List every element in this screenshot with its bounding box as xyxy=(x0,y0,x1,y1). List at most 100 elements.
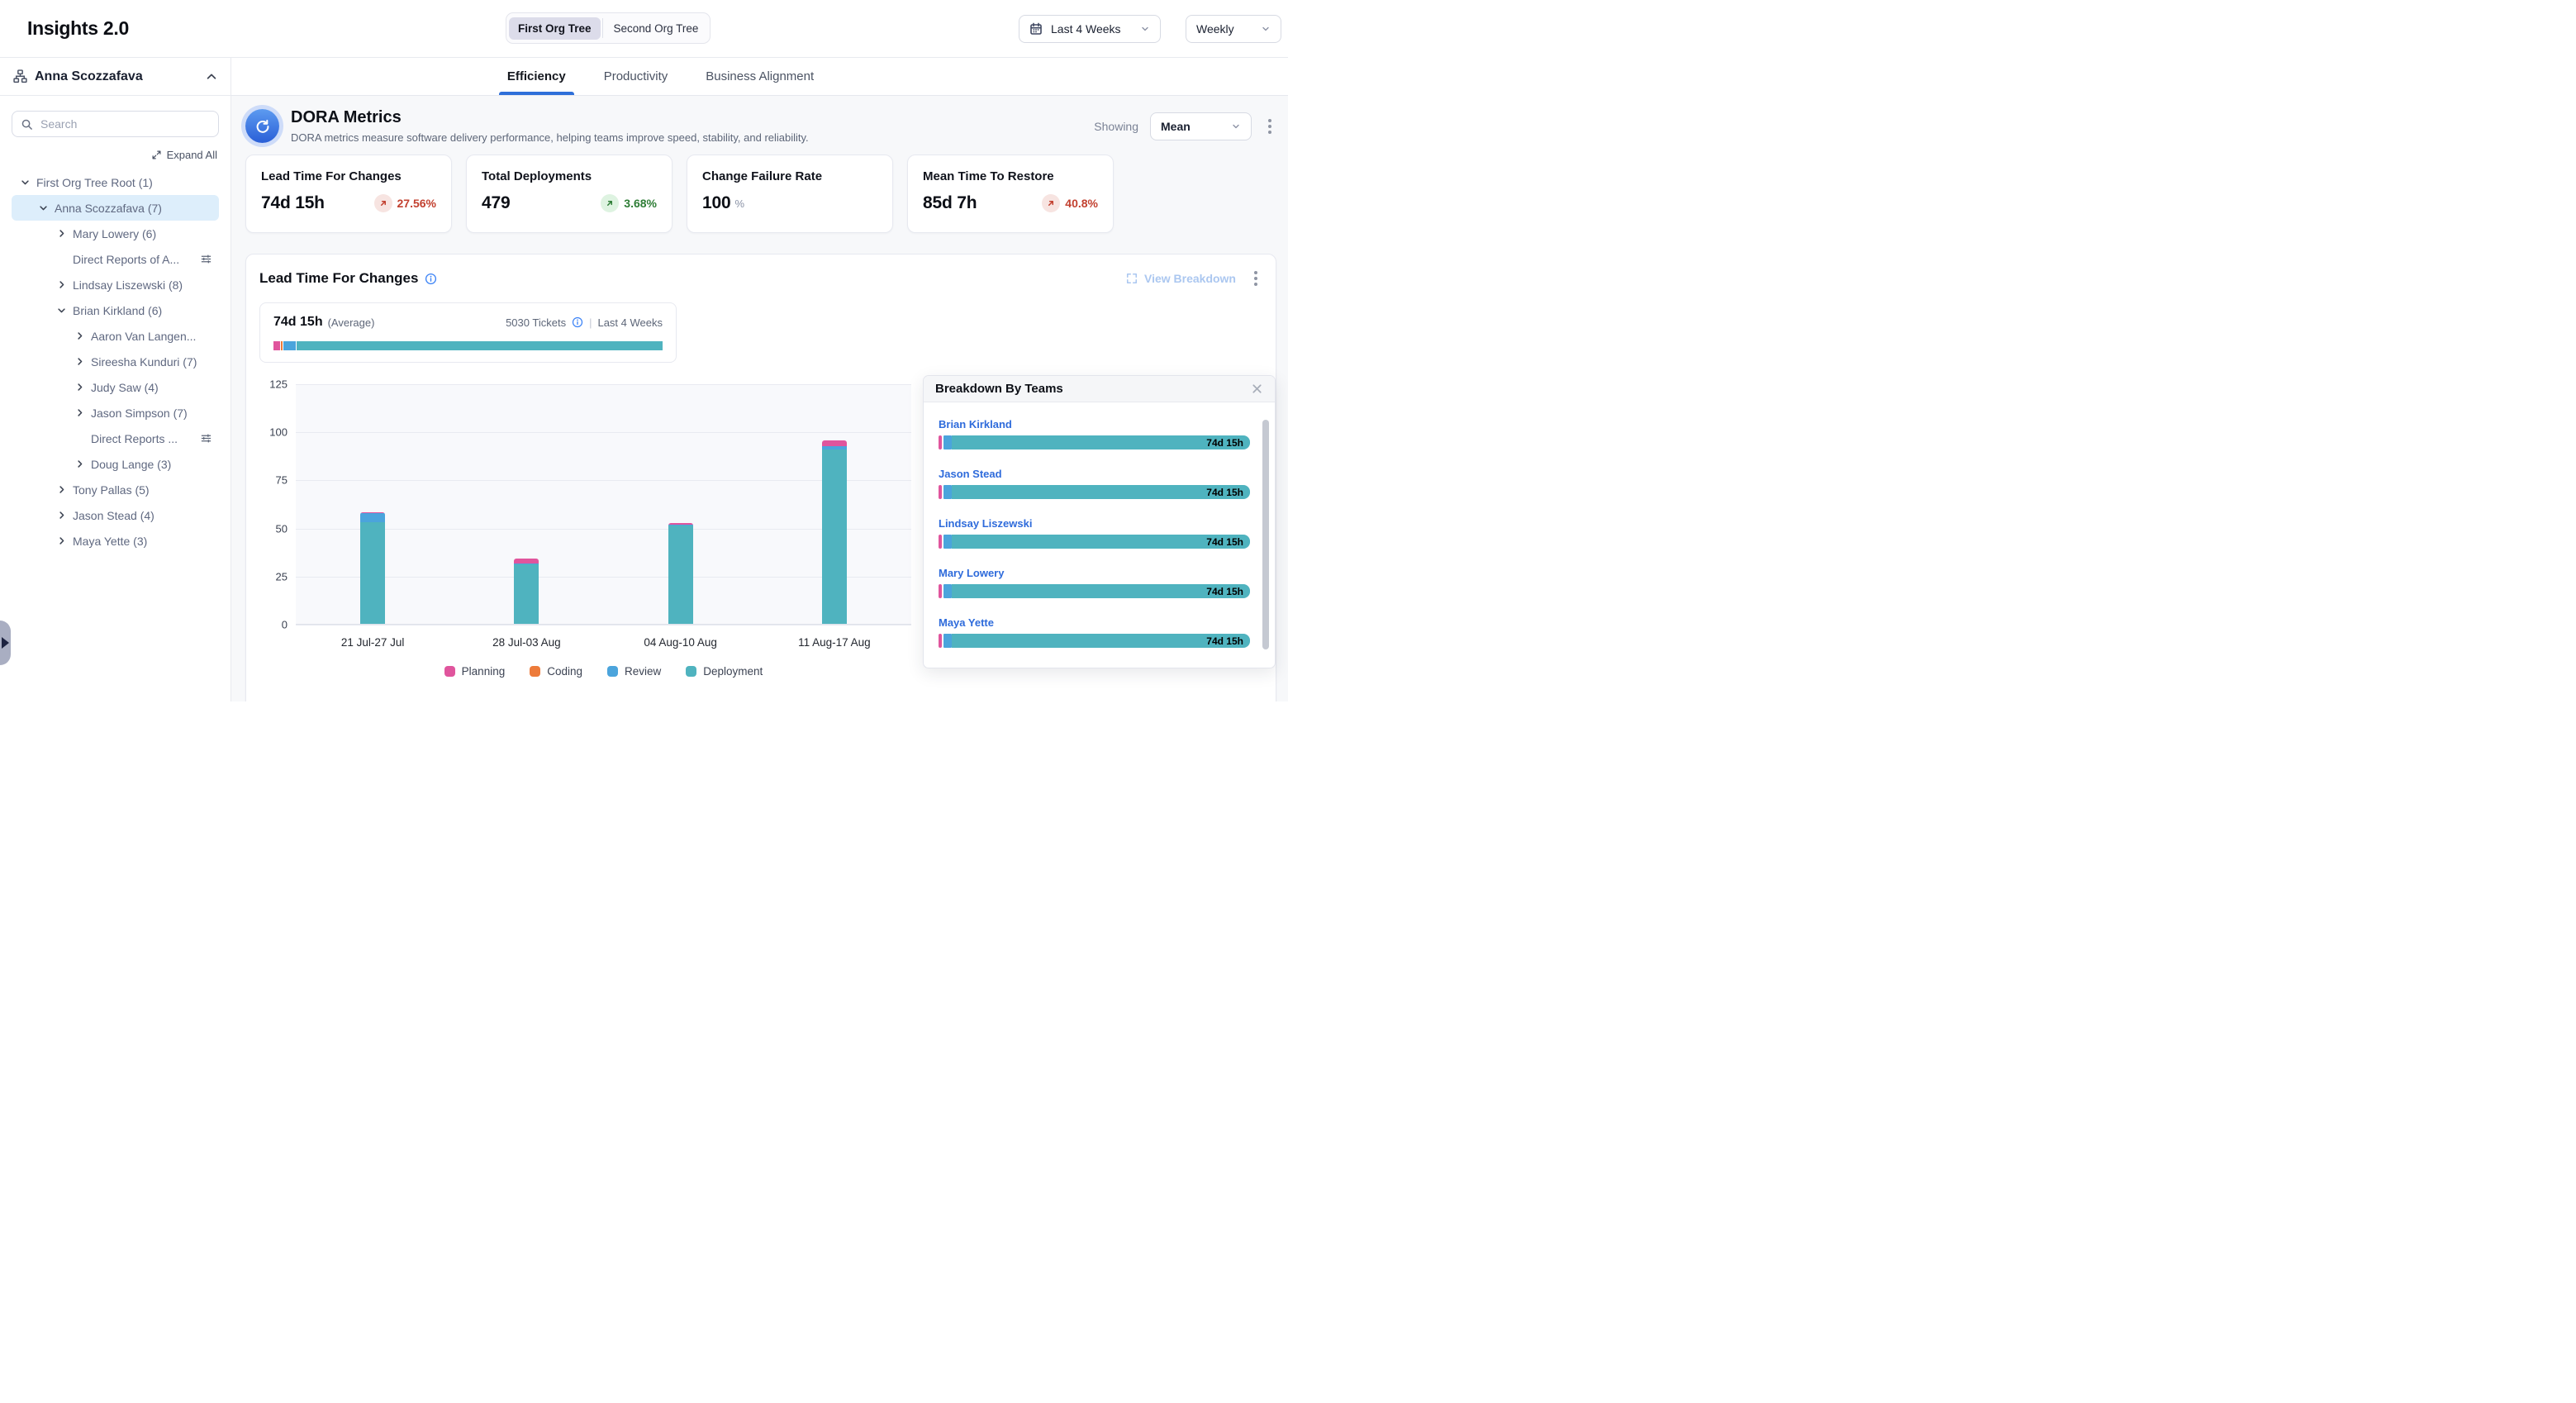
tree-item-aaron-van-langen[interactable]: Aaron Van Langen... xyxy=(12,323,219,349)
chevron-right-icon[interactable] xyxy=(56,229,66,238)
metric-card-lead-time-for-changes: Lead Time For Changes74d 15h27.56% xyxy=(245,155,452,233)
chevron-right-icon[interactable] xyxy=(74,357,84,366)
metric-card-value-row: 4793.68% xyxy=(482,193,657,213)
bar-segment-review xyxy=(943,584,952,598)
sidebar-collapse-handle[interactable] xyxy=(0,621,11,665)
trend-up-arrow-icon xyxy=(601,194,619,212)
chevron-right-icon[interactable] xyxy=(74,408,84,417)
tree-item-lindsay-liszewski-8[interactable]: Lindsay Liszewski (8) xyxy=(12,272,219,297)
chevron-right-icon[interactable] xyxy=(74,459,84,468)
breakdown-title: Breakdown By Teams xyxy=(935,382,1063,396)
top-bar-controls: Last 4 Weeks Weekly xyxy=(1019,15,1281,43)
tree-item-judy-saw-4[interactable]: Judy Saw (4) xyxy=(12,374,219,400)
legend-item-planning[interactable]: Planning xyxy=(444,665,506,678)
top-bar: Insights 2.0 First Org Tree Second Org T… xyxy=(0,0,1288,58)
chevron-down-icon[interactable] xyxy=(56,306,66,315)
breakdown-row-mary-lowery: Mary Lowery74d 15h xyxy=(939,566,1250,598)
chevron-right-icon[interactable] xyxy=(56,485,66,494)
team-name-link[interactable]: Brian Kirkland xyxy=(939,418,1012,430)
chevron-right-icon[interactable] xyxy=(74,331,84,340)
chart-bar-04-aug-10-aug[interactable] xyxy=(668,523,693,624)
close-icon[interactable] xyxy=(1251,383,1263,395)
team-value-label: 74d 15h xyxy=(1206,487,1243,498)
tree-item-tony-pallas-5[interactable]: Tony Pallas (5) xyxy=(12,477,219,502)
metric-card-title: Total Deployments xyxy=(482,169,657,183)
expand-corners-icon xyxy=(1126,273,1138,284)
team-name-link[interactable]: Lindsay Liszewski xyxy=(939,517,1032,530)
filter-sliders-icon[interactable] xyxy=(200,432,212,445)
tree-item-label: Tony Pallas (5) xyxy=(73,483,150,497)
delta-badge: 40.8% xyxy=(1042,194,1098,212)
chart-plot-area xyxy=(296,384,911,625)
chevron-right-icon[interactable] xyxy=(56,280,66,289)
chevron-right-icon[interactable] xyxy=(74,383,84,392)
trend-up-arrow-icon xyxy=(1042,194,1060,212)
info-icon[interactable] xyxy=(572,316,583,328)
org-toggle-second[interactable]: Second Org Tree xyxy=(605,17,708,40)
tree-item-mary-lowery-6[interactable]: Mary Lowery (6) xyxy=(12,221,219,246)
org-chart-icon xyxy=(13,69,27,83)
metric-card-value-row: 100% xyxy=(702,193,877,213)
delta-badge: 27.56% xyxy=(374,194,436,212)
team-name-link[interactable]: Maya Yette xyxy=(939,616,994,629)
granularity-select[interactable]: Weekly xyxy=(1186,15,1281,43)
main-area: Efficiency Productivity Business Alignme… xyxy=(231,58,1288,702)
kebab-menu-icon[interactable] xyxy=(1263,116,1276,137)
tree-item-jason-simpson-7[interactable]: Jason Simpson (7) xyxy=(12,400,219,426)
team-name-link[interactable]: Mary Lowery xyxy=(939,567,1004,579)
tree-item-doug-lange-3[interactable]: Doug Lange (3) xyxy=(12,451,219,477)
tab-business-alignment[interactable]: Business Alignment xyxy=(697,58,822,95)
legend-item-coding[interactable]: Coding xyxy=(530,665,582,678)
tab-productivity[interactable]: Productivity xyxy=(596,58,677,95)
tree-item-label: Doug Lange (3) xyxy=(91,458,171,471)
average-meta: 5030 Tickets | Last 4 Weeks xyxy=(506,316,663,329)
legend-label: Coding xyxy=(547,665,582,678)
segment-divider xyxy=(602,18,603,38)
chevron-right-icon[interactable] xyxy=(56,536,66,545)
expand-all-button[interactable]: Expand All xyxy=(12,149,217,161)
metric-card-value-row: 74d 15h27.56% xyxy=(261,193,436,213)
legend-item-review[interactable]: Review xyxy=(607,665,661,678)
filter-sliders-icon[interactable] xyxy=(200,253,212,265)
org-toggle-first[interactable]: First Org Tree xyxy=(509,17,601,40)
date-range-select[interactable]: Last 4 Weeks xyxy=(1019,15,1161,43)
showing-label: Showing xyxy=(1094,120,1138,133)
team-name-link[interactable]: Jason Stead xyxy=(939,468,1002,480)
sidebar-header[interactable]: Anna Scozzafava xyxy=(0,58,231,96)
chart-bar-28-jul-03-aug[interactable] xyxy=(514,559,539,624)
expand-arrows-icon xyxy=(151,150,162,160)
tree-item-brian-kirkland-6[interactable]: Brian Kirkland (6) xyxy=(12,297,219,323)
scrollbar-thumb[interactable] xyxy=(1262,420,1269,649)
chevron-down-icon[interactable] xyxy=(20,178,30,187)
tree-item-sireesha-kunduri-7[interactable]: Sireesha Kunduri (7) xyxy=(12,349,219,374)
metric-card-mean-time-to-restore: Mean Time To Restore85d 7h40.8% xyxy=(907,155,1114,233)
bar-segment-review xyxy=(943,485,952,499)
tree-item-first-org-tree-root-1[interactable]: First Org Tree Root (1) xyxy=(12,169,219,195)
chart-bar-11-aug-17-aug[interactable] xyxy=(822,440,847,624)
y-axis-tick: 125 xyxy=(269,378,288,391)
chevron-right-icon[interactable] xyxy=(56,511,66,520)
tab-efficiency[interactable]: Efficiency xyxy=(499,58,574,95)
tree-item-maya-yette-3[interactable]: Maya Yette (3) xyxy=(12,528,219,554)
date-range-value: Last 4 Weeks xyxy=(1051,22,1132,36)
search-box xyxy=(12,111,219,137)
breakdown-row-maya-yette: Maya Yette74d 15h xyxy=(939,616,1250,648)
chart-bar-21-jul-27-jul[interactable] xyxy=(360,512,385,624)
bar-segment-planning xyxy=(939,435,942,449)
x-axis-label: 28 Jul-03 Aug xyxy=(492,636,561,649)
tree-item-direct-reports[interactable]: Direct Reports ... xyxy=(12,426,219,451)
view-breakdown-button[interactable]: View Breakdown xyxy=(1126,272,1236,285)
tree-item-label: Brian Kirkland (6) xyxy=(73,304,162,317)
aggregation-select[interactable]: Mean xyxy=(1150,112,1252,140)
chevron-up-icon[interactable] xyxy=(206,71,217,83)
tree-item-jason-stead-4[interactable]: Jason Stead (4) xyxy=(12,502,219,528)
info-icon[interactable] xyxy=(425,273,437,285)
search-input[interactable] xyxy=(40,117,210,131)
tree-item-direct-reports-of-a[interactable]: Direct Reports of A... xyxy=(12,246,219,272)
lead-time-title: Lead Time For Changes xyxy=(259,270,437,287)
legend-item-deployment[interactable]: Deployment xyxy=(686,665,763,678)
kebab-menu-icon[interactable] xyxy=(1249,268,1262,289)
tree-item-anna-scozzafava-7[interactable]: Anna Scozzafava (7) xyxy=(12,195,219,221)
team-value-label: 74d 15h xyxy=(1206,437,1243,449)
chevron-down-icon[interactable] xyxy=(38,203,48,212)
